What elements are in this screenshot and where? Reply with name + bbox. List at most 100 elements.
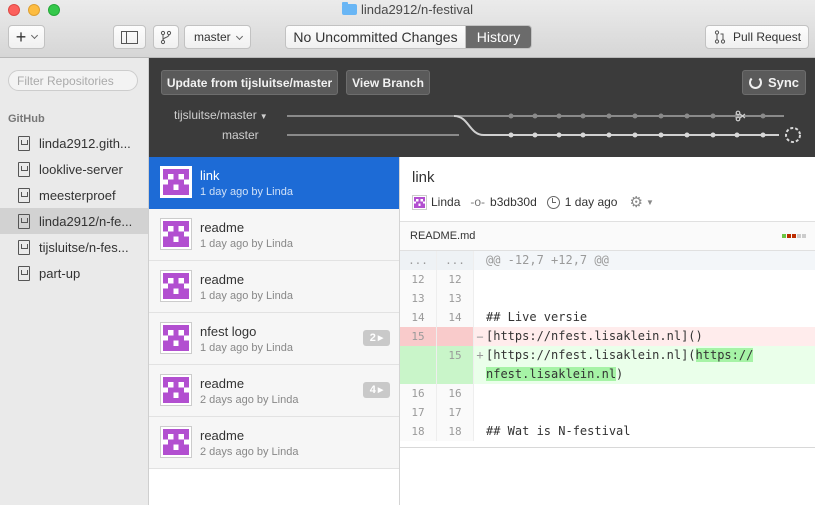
toggle-sidebar-button[interactable] — [113, 25, 146, 49]
identicon-icon — [163, 221, 189, 247]
sidebar-icon — [121, 30, 138, 44]
commit-row[interactable]: readme 1 day ago by Linda — [149, 209, 399, 261]
branch-name: tijsluitse/master — [174, 108, 257, 122]
identicon-icon — [163, 273, 189, 299]
commit-meta: 2 days ago by Linda — [200, 446, 299, 458]
commit-time: 1 day ago — [564, 195, 618, 209]
commit-row[interactable]: readme 2 days ago by Linda 4 ▶ — [149, 365, 399, 417]
chevron-right-icon: ▶ — [377, 335, 384, 342]
sidebar-item-repo[interactable]: tijsluitse/n-fes... — [0, 234, 148, 260]
diff-line: 13 13 — [400, 289, 815, 308]
sidebar-item-label: linda2912/n-fe... — [39, 213, 133, 229]
diff-code-highlight: nfest.lisaklein.nl — [486, 367, 617, 381]
old-line-number — [400, 346, 437, 384]
diff-code-highlight: https:// — [695, 348, 754, 362]
diff-marker: − — [476, 329, 484, 344]
commit-row[interactable]: readme 2 days ago by Linda — [149, 417, 399, 469]
sidebar-item-label: looklive-server — [39, 161, 123, 177]
sidebar-section-github: GitHub — [8, 113, 45, 125]
sync-button[interactable]: Sync — [742, 70, 806, 95]
old-line-number: 15 — [400, 327, 437, 346]
new-line-number: 18 — [437, 422, 474, 441]
commit-icon: -o- — [470, 195, 486, 209]
new-line-number — [437, 327, 474, 346]
repo-icon — [18, 239, 30, 255]
avatar — [412, 194, 427, 210]
new-line-number: 17 — [437, 403, 474, 422]
avatar — [160, 218, 192, 250]
chevron-down-icon — [235, 32, 244, 41]
avatar — [160, 426, 192, 458]
old-line-number: 17 — [400, 403, 437, 422]
update-from-branch-button[interactable]: Update from tijsluitse/master — [161, 70, 338, 95]
commit-row[interactable]: readme 1 day ago by Linda — [149, 261, 399, 313]
pull-request-label: Pull Request — [733, 30, 802, 44]
sidebar-item-repo[interactable]: linda2912.gith... — [0, 130, 148, 156]
new-line-number: ... — [437, 251, 474, 270]
commit-row[interactable]: link 1 day ago by Linda — [149, 157, 399, 209]
badge-count: 4 — [369, 384, 376, 396]
create-branch-button[interactable] — [153, 25, 179, 49]
sidebar: Filter Repositories GitHub linda2912.git… — [0, 58, 149, 505]
commit-row[interactable]: nfest logo 1 day ago by Linda 2 ▶ — [149, 313, 399, 365]
file-count-badge[interactable]: 4 ▶ — [363, 382, 390, 398]
identicon-icon — [163, 169, 189, 195]
avatar — [160, 270, 192, 302]
sidebar-item-label: part-up — [39, 265, 81, 281]
file-count-badge[interactable]: 2 ▶ — [363, 330, 390, 346]
file-name: README.md — [410, 230, 476, 242]
window-title: linda2912/n-festival — [0, 2, 815, 17]
repo-icon — [18, 265, 30, 281]
gear-icon[interactable]: ⚙ — [629, 193, 642, 211]
commit-title: nfest logo — [200, 324, 257, 339]
commit-title: readme — [200, 428, 245, 443]
chevron-down-icon — [31, 31, 39, 40]
new-line-number: 13 — [437, 289, 474, 308]
filter-repositories-input[interactable]: Filter Repositories — [8, 70, 138, 91]
avatar — [160, 374, 192, 406]
branch-select-label: master — [194, 30, 231, 44]
branch-label-upstream[interactable]: tijsluitse/master ▼ — [174, 108, 268, 122]
diff-stat — [782, 234, 806, 238]
commit-meta: 1 day ago by Linda — [200, 342, 293, 354]
diff-line: 14 14 ## Live versie — [400, 308, 815, 327]
sidebar-item-repo[interactable]: meesterproef — [0, 182, 148, 208]
sidebar-item-repo[interactable]: looklive-server — [0, 156, 148, 182]
sidebar-item-label: tijsluitse/n-fes... — [39, 239, 129, 255]
sync-icon — [748, 76, 762, 89]
diff-hunk-header: ... ... @@ -12,7 +12,7 @@ — [400, 251, 815, 270]
diff-line-deleted: 15 − [https://nfest.lisaklein.nl]() — [400, 327, 815, 346]
commit-sha[interactable]: b3db30d — [490, 195, 537, 209]
add-repository-button[interactable]: + — [8, 25, 45, 49]
sidebar-item-repo[interactable]: part-up — [0, 260, 148, 286]
commit-meta: 2 days ago by Linda — [200, 394, 299, 406]
view-switcher: No Uncommitted Changes History — [285, 25, 532, 49]
pull-request-button[interactable]: Pull Request — [705, 25, 809, 49]
avatar — [160, 166, 192, 198]
diff-code-text: [https://nfest.lisaklein.nl]( — [486, 348, 696, 362]
branch-select[interactable]: master — [184, 25, 251, 49]
divider — [400, 447, 815, 448]
old-line-number: 18 — [400, 422, 437, 441]
identicon-icon — [163, 429, 189, 455]
commit-meta: 1 day ago by Linda — [200, 186, 293, 198]
sidebar-item-repo[interactable]: linda2912/n-fe... — [0, 208, 148, 234]
new-line-number: 16 — [437, 384, 474, 403]
chevron-down-icon[interactable]: ▼ — [646, 198, 654, 207]
commit-list: link 1 day ago by Linda readme 1 day ago… — [149, 157, 400, 505]
branch-icon — [160, 30, 172, 44]
view-branch-button[interactable]: View Branch — [346, 70, 430, 95]
old-line-number: 16 — [400, 384, 437, 403]
diff-line: 18 18 ## Wat is N-festival — [400, 422, 815, 441]
diff-line-added: 15 + [https://nfest.lisaklein.nl](https:… — [400, 346, 815, 384]
new-line-number: 15 — [437, 346, 474, 384]
tab-uncommitted-changes[interactable]: No Uncommitted Changes — [286, 26, 466, 48]
diff-code: [https://nfest.lisaklein.nl](https:// nfe… — [486, 346, 815, 384]
commit-author: Linda — [431, 195, 461, 209]
diff-line: 12 12 — [400, 270, 815, 289]
dropdown-arrow-icon: ▼ — [259, 112, 268, 121]
new-line-number: 12 — [437, 270, 474, 289]
diff-code-text: ) — [616, 367, 624, 381]
diff-code: @@ -12,7 +12,7 @@ — [486, 253, 609, 267]
tab-history[interactable]: History — [466, 26, 531, 48]
